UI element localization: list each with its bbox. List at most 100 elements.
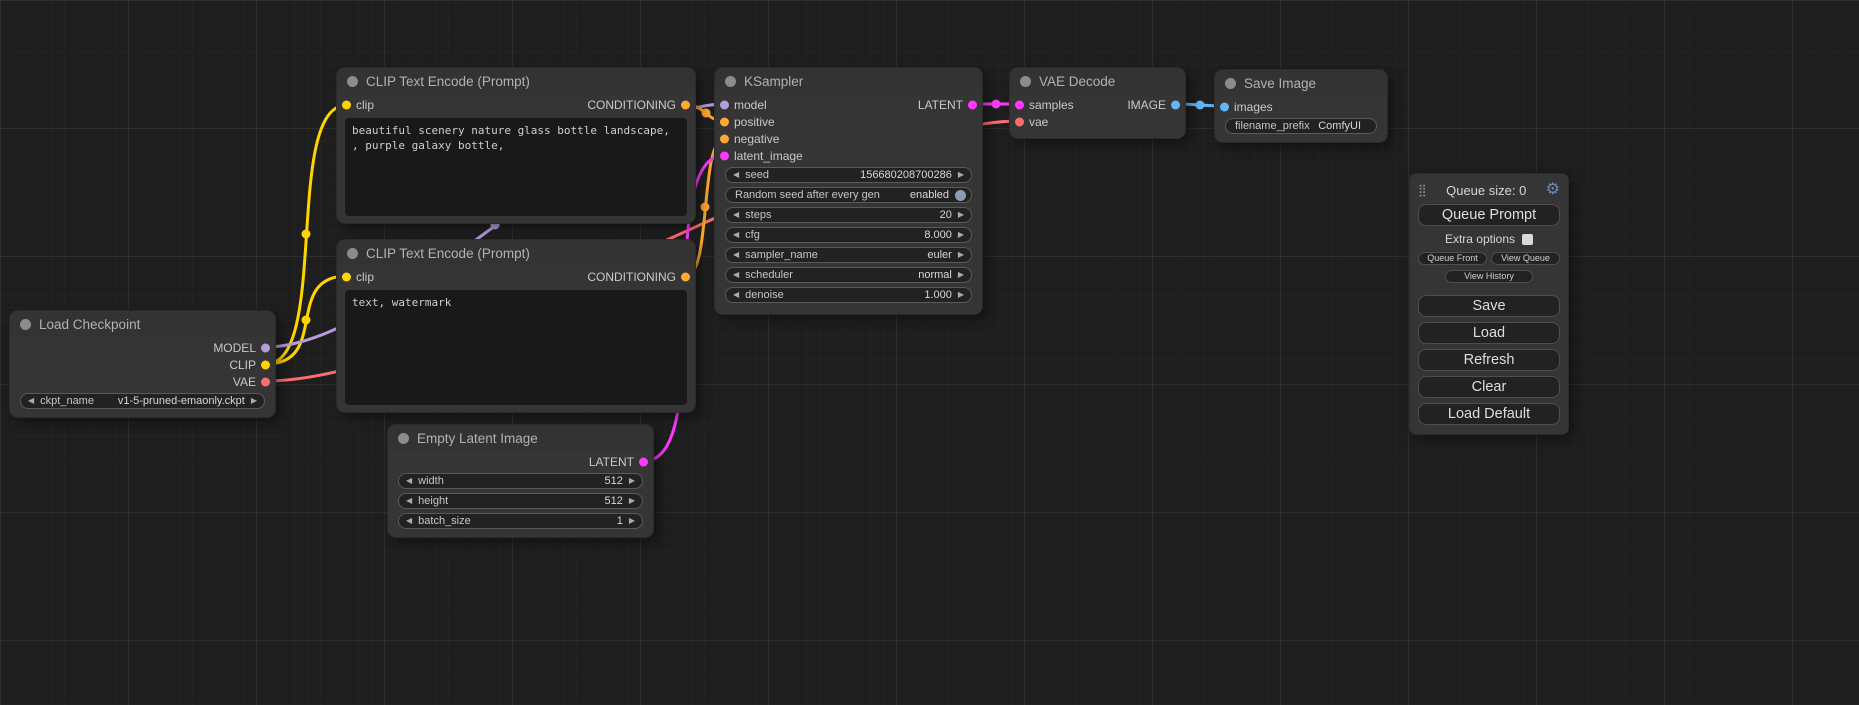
scheduler-combo[interactable]: ◀ scheduler normal ▶: [725, 267, 972, 283]
slot-row: clip CONDITIONING: [337, 268, 695, 285]
clip-input-dot[interactable]: [342, 100, 351, 109]
model-output-dot[interactable]: [261, 343, 270, 352]
node-clip-text-encode-positive[interactable]: CLIP Text Encode (Prompt) clip CONDITION…: [337, 68, 695, 223]
decrement-arrow-icon[interactable]: ◀: [733, 231, 739, 239]
decrement-arrow-icon[interactable]: ◀: [406, 497, 412, 505]
samples-input-dot[interactable]: [1015, 100, 1024, 109]
negative-input-dot[interactable]: [720, 134, 729, 143]
link-midpoint-dot[interactable]: [702, 109, 711, 118]
sampler-name-combo[interactable]: ◀ sampler_name euler ▶: [725, 247, 972, 263]
collapse-dot[interactable]: [725, 76, 736, 87]
settings-gear-icon[interactable]: ⚙: [1546, 182, 1560, 198]
slot-row: negative: [715, 130, 982, 147]
vae-input-dot[interactable]: [1015, 117, 1024, 126]
conditioning-output-dot[interactable]: [681, 100, 690, 109]
save-button[interactable]: Save: [1418, 295, 1560, 317]
collapse-dot[interactable]: [1020, 76, 1031, 87]
increment-arrow-icon[interactable]: ▶: [958, 251, 964, 259]
extra-options-checkbox[interactable]: [1522, 234, 1533, 245]
collapse-dot[interactable]: [1225, 78, 1236, 89]
node-title-bar[interactable]: CLIP Text Encode (Prompt): [337, 68, 695, 94]
clip-output-dot[interactable]: [261, 360, 270, 369]
node-empty-latent-image[interactable]: Empty Latent Image LATENT ◀ width 512 ▶ …: [388, 425, 653, 537]
width-number-widget[interactable]: ◀ width 512 ▶: [398, 473, 643, 489]
increment-arrow-icon[interactable]: ▶: [958, 211, 964, 219]
collapse-dot[interactable]: [347, 76, 358, 87]
batch-size-number-widget[interactable]: ◀ batch_size 1 ▶: [398, 513, 643, 529]
increment-arrow-icon[interactable]: ▶: [958, 171, 964, 179]
increment-arrow-icon[interactable]: ▶: [958, 271, 964, 279]
node-title-bar[interactable]: Load Checkpoint: [10, 311, 275, 337]
increment-arrow-icon[interactable]: ▶: [958, 291, 964, 299]
decrement-arrow-icon[interactable]: ◀: [733, 291, 739, 299]
images-input-dot[interactable]: [1220, 102, 1229, 111]
node-graph-canvas[interactable]: Load Checkpoint MODEL CLIP VAE ◀ ckpt_na…: [0, 0, 1859, 705]
view-queue-button[interactable]: View Queue: [1491, 252, 1560, 265]
link-midpoint-dot[interactable]: [701, 203, 710, 212]
load-button[interactable]: Load: [1418, 322, 1560, 344]
increment-arrow-icon[interactable]: ▶: [629, 517, 635, 525]
collapse-dot[interactable]: [398, 433, 409, 444]
decrement-arrow-icon[interactable]: ◀: [406, 517, 412, 525]
model-input-label: model: [734, 98, 767, 112]
increment-arrow-icon[interactable]: ▶: [629, 477, 635, 485]
increment-arrow-icon[interactable]: ▶: [629, 497, 635, 505]
decrement-arrow-icon[interactable]: ◀: [406, 477, 412, 485]
node-title-bar[interactable]: KSampler: [715, 68, 982, 94]
seed-number-widget[interactable]: ◀ seed 156680208700286 ▶: [725, 167, 972, 183]
refresh-button[interactable]: Refresh: [1418, 349, 1560, 371]
decrement-arrow-icon[interactable]: ◀: [28, 397, 34, 405]
latent-output-dot[interactable]: [968, 100, 977, 109]
steps-number-widget[interactable]: ◀ steps 20 ▶: [725, 207, 972, 223]
widget-value: 1: [617, 515, 623, 527]
decrement-arrow-icon[interactable]: ◀: [733, 171, 739, 179]
link-midpoint-dot[interactable]: [302, 230, 311, 239]
clip-input-dot[interactable]: [342, 272, 351, 281]
cfg-number-widget[interactable]: ◀ cfg 8.000 ▶: [725, 227, 972, 243]
increment-arrow-icon[interactable]: ▶: [251, 397, 257, 405]
link-midpoint-dot[interactable]: [1196, 101, 1205, 110]
node-clip-text-encode-negative[interactable]: CLIP Text Encode (Prompt) clip CONDITION…: [337, 240, 695, 412]
queue-front-button[interactable]: Queue Front: [1418, 252, 1487, 265]
image-output-dot[interactable]: [1171, 100, 1180, 109]
node-load-checkpoint[interactable]: Load Checkpoint MODEL CLIP VAE ◀ ckpt_na…: [10, 311, 275, 417]
link-midpoint-dot[interactable]: [302, 316, 311, 325]
collapse-dot[interactable]: [347, 248, 358, 259]
height-number-widget[interactable]: ◀ height 512 ▶: [398, 493, 643, 509]
filename-prefix-text-widget[interactable]: filename_prefix ComfyUI: [1225, 118, 1377, 134]
extra-options-label: Extra options: [1445, 232, 1515, 246]
drag-handle-icon[interactable]: ⣿: [1418, 183, 1427, 197]
vae-output-dot[interactable]: [261, 377, 270, 386]
denoise-number-widget[interactable]: ◀ denoise 1.000 ▶: [725, 287, 972, 303]
load-default-button[interactable]: Load Default: [1418, 403, 1560, 425]
collapse-dot[interactable]: [20, 319, 31, 330]
positive-prompt-textarea[interactable]: beautiful scenery nature glass bottle la…: [345, 118, 687, 216]
view-history-button[interactable]: View History: [1445, 270, 1533, 283]
node-ksampler[interactable]: KSampler model LATENT positive negative …: [715, 68, 982, 314]
node-title-bar[interactable]: Save Image: [1215, 70, 1387, 96]
decrement-arrow-icon[interactable]: ◀: [733, 271, 739, 279]
latent-output-dot[interactable]: [639, 457, 648, 466]
link-midpoint-dot[interactable]: [992, 100, 1001, 109]
vae-output-label: VAE: [233, 375, 256, 389]
model-input-dot[interactable]: [720, 100, 729, 109]
conditioning-output-dot[interactable]: [681, 272, 690, 281]
slot-row: images: [1215, 98, 1387, 115]
node-title-bar[interactable]: VAE Decode: [1010, 68, 1185, 94]
widget-value: normal: [918, 269, 952, 281]
node-vae-decode[interactable]: VAE Decode samples IMAGE vae: [1010, 68, 1185, 138]
negative-prompt-textarea[interactable]: text, watermark: [345, 290, 687, 405]
node-title-bar[interactable]: CLIP Text Encode (Prompt): [337, 240, 695, 266]
decrement-arrow-icon[interactable]: ◀: [733, 251, 739, 259]
node-save-image[interactable]: Save Image images filename_prefix ComfyU…: [1215, 70, 1387, 142]
node-title-bar[interactable]: Empty Latent Image: [388, 425, 653, 451]
toggle-knob[interactable]: [955, 190, 966, 201]
queue-prompt-button[interactable]: Queue Prompt: [1418, 204, 1560, 226]
increment-arrow-icon[interactable]: ▶: [958, 231, 964, 239]
random-seed-toggle-widget[interactable]: Random seed after every gen enabled: [725, 187, 972, 203]
ckpt-name-combo[interactable]: ◀ ckpt_name v1-5-pruned-emaonly.ckpt ▶: [20, 393, 265, 409]
latent-image-input-dot[interactable]: [720, 151, 729, 160]
decrement-arrow-icon[interactable]: ◀: [733, 211, 739, 219]
clear-button[interactable]: Clear: [1418, 376, 1560, 398]
positive-input-dot[interactable]: [720, 117, 729, 126]
